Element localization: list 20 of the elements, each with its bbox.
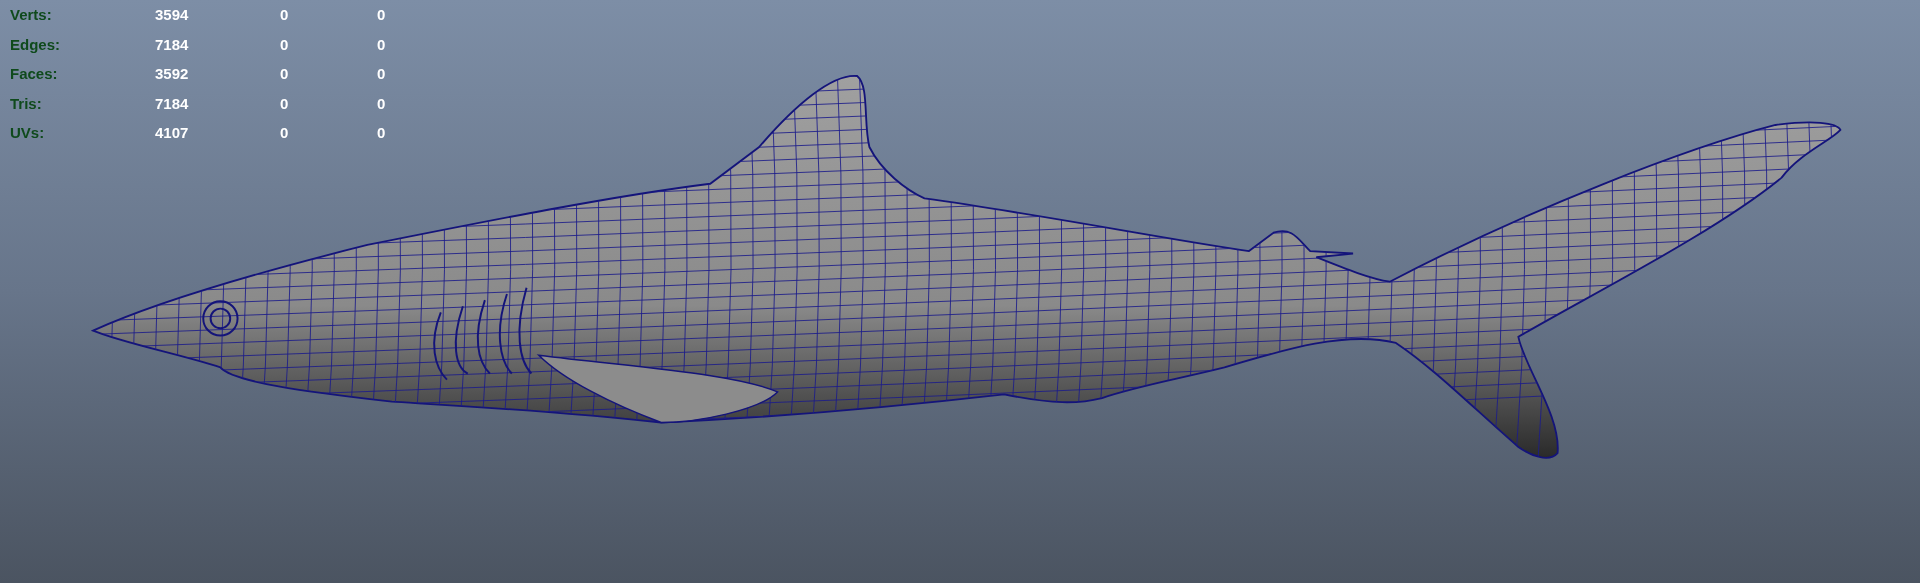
- stat-value: 4107: [155, 123, 190, 143]
- stat-value: 0: [377, 34, 387, 55]
- stat-value: 0: [280, 64, 290, 84]
- stat-value: 0: [280, 34, 290, 55]
- stat-value: 0: [280, 5, 290, 25]
- stat-value: 3592: [155, 64, 190, 84]
- stat-value: 7184: [155, 93, 190, 114]
- stat-value: 0: [377, 93, 387, 114]
- stat-value: 0: [280, 123, 290, 143]
- stat-value: 0: [280, 93, 290, 114]
- stat-label: Verts:: [10, 5, 53, 25]
- stat-value: 7184: [155, 34, 190, 55]
- stat-value: 3594: [155, 5, 190, 25]
- stat-label: Edges:: [10, 34, 61, 55]
- stat-value: 0: [377, 5, 387, 25]
- stat-value: 0: [377, 64, 387, 84]
- stat-value: 0: [377, 123, 387, 143]
- stat-label: Tris:: [10, 93, 43, 114]
- stat-label: UVs:: [10, 123, 46, 143]
- stat-label: Faces:: [10, 64, 59, 84]
